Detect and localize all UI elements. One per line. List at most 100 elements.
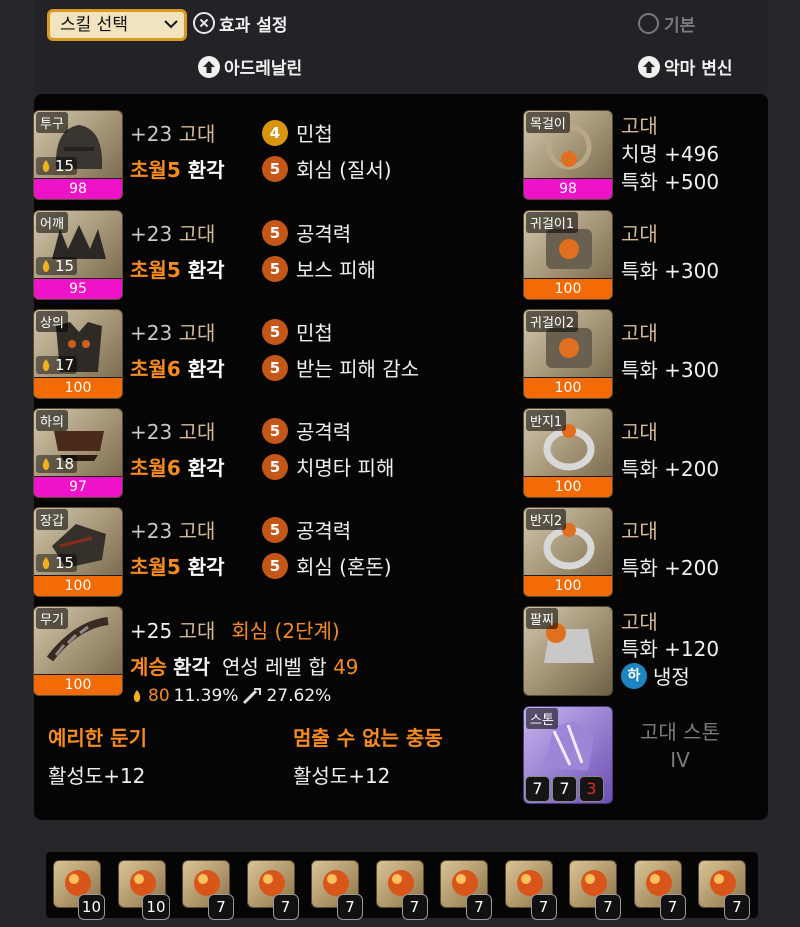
elixir-effect: 5 회심 (질서) — [262, 154, 392, 183]
slot-label: 투구 — [36, 112, 68, 133]
transcend-level: 15 — [36, 157, 78, 175]
armor-slot-pants[interactable]: 하의 18 97 — [33, 408, 123, 498]
accessory-slot-earring1[interactable]: 귀걸이1 100 — [523, 210, 613, 300]
flame-icon — [42, 260, 50, 272]
transcend-text: 초월5 환각 — [130, 555, 225, 579]
bracelet-grade: 고대 — [621, 610, 658, 634]
adrenaline-toggle[interactable]: 아드레날린 — [198, 54, 302, 79]
armor-slot-gloves[interactable]: 장갑 15 100 — [33, 507, 123, 597]
transcend-level: 15 — [36, 554, 78, 572]
transcend-text: 초월5 환각 — [130, 258, 225, 282]
stone-values: 7 7 3 — [525, 776, 604, 802]
gem-level: 7 — [724, 894, 750, 920]
gem-level: 7 — [272, 894, 299, 920]
gem-slot[interactable]: 7 — [375, 860, 428, 920]
level-badge: 5 — [262, 318, 288, 345]
bracelet-effect: 하 냉정 — [621, 661, 690, 690]
transcend-text: 초월5 환각 — [130, 158, 225, 182]
transcend-level: 15 — [36, 257, 78, 275]
quality-bar: 100 — [34, 377, 122, 398]
refine-text: +23 고대 — [130, 420, 216, 444]
gem-level: 7 — [530, 894, 557, 920]
accessory-stat: 치명 +496 — [621, 142, 720, 166]
quality-bar: 100 — [524, 278, 612, 299]
elixir-effect: 5 보스 피해 — [262, 254, 376, 283]
level-badge: 5 — [262, 255, 288, 282]
slot-label: 어깨 — [36, 212, 68, 233]
gem-slot[interactable]: 7 — [311, 860, 363, 920]
gem-slot[interactable]: 7 — [569, 860, 621, 920]
gem-slot[interactable]: 10 — [117, 860, 170, 920]
quality-bar: 100 — [524, 476, 612, 497]
gem-slot[interactable]: 10 — [53, 860, 105, 920]
close-circle-icon — [193, 12, 215, 34]
accessory-stat: 특화 +300 — [621, 259, 720, 283]
refine-text: +23 고대 — [130, 321, 216, 345]
stone-value: 3 — [579, 776, 604, 802]
weapon-slot[interactable]: 무기 100 — [33, 606, 123, 696]
engraving-name: 예리한 둔기 — [48, 726, 147, 750]
accessory-stat: 특화 +300 — [621, 358, 720, 382]
accessory-slot-earring2[interactable]: 귀걸이2 100 — [523, 309, 613, 399]
slot-label: 무기 — [36, 608, 68, 629]
basic-label: 기본 — [664, 16, 696, 36]
slot-label: 상의 — [36, 311, 68, 332]
accessory-slot-ring1[interactable]: 반지1 100 — [523, 408, 613, 498]
elixir-effect: 5 받는 피해 감소 — [262, 353, 419, 382]
gem-level: 7 — [466, 894, 492, 920]
gem-level: 7 — [337, 894, 363, 920]
armor-slot-shoulder[interactable]: 어깨 15 95 — [33, 210, 123, 300]
accessory-grade: 고대 — [621, 420, 658, 444]
gem-slot[interactable]: 7 — [633, 860, 686, 920]
engraving-name: 멈출 수 없는 충동 — [293, 726, 443, 750]
skill-select-label: 스킬 선택 — [60, 15, 128, 35]
elixir-effect: 5 공격력 — [262, 515, 351, 544]
level-badge: 5 — [262, 155, 288, 182]
gem-slot[interactable]: 7 — [440, 860, 492, 920]
quality-bar: 100 — [524, 377, 612, 398]
armor-slot-helmet[interactable]: 투구 15 98 — [33, 110, 123, 200]
quality-bar: 95 — [34, 278, 122, 299]
gem-level: 10 — [77, 894, 105, 920]
bracelet-slot[interactable]: 팔찌 — [523, 606, 613, 696]
radio-circle-icon — [638, 13, 659, 34]
gem-slot[interactable]: 7 — [698, 860, 750, 920]
accessory-grade: 고대 — [621, 519, 658, 543]
armor-slot-chest[interactable]: 상의 17 100 — [33, 309, 123, 399]
transcend-level: 18 — [36, 455, 78, 473]
accessory-stat: 특화 +200 — [621, 556, 720, 580]
elixir-effect: 5 민첩 — [262, 317, 333, 346]
accessory-slot-ring2[interactable]: 반지2 100 — [523, 507, 613, 597]
bracelet-stat: 특화 +120 — [621, 637, 720, 661]
gem-bar: 10 10 7 7 7 7 7 7 7 7 7 — [46, 852, 758, 920]
quality-bar: 98 — [524, 178, 612, 199]
demon-transform-toggle[interactable]: 악마 변신 — [638, 54, 732, 79]
flame-icon — [42, 557, 50, 569]
quality-bar: 100 — [524, 575, 612, 596]
level-badge: 5 — [262, 219, 288, 246]
level-badge: 5 — [262, 417, 288, 444]
accessory-stat: 특화 +500 — [621, 170, 720, 194]
level-badge: 5 — [262, 552, 288, 579]
elixir-effect: 5 공격력 — [262, 416, 351, 445]
gem-slot[interactable]: 7 — [246, 860, 299, 920]
elixir-effect: 5 치명타 피해 — [262, 452, 394, 481]
gem-slot[interactable]: 7 — [182, 860, 234, 920]
gem-slot[interactable]: 7 — [504, 860, 557, 920]
slot-label: 하의 — [36, 410, 68, 431]
stone-value: 7 — [552, 776, 577, 802]
elixir-effect: 5 회심 (혼돈) — [262, 551, 392, 580]
weapon-stats: 80 11.39% 27.62% — [130, 686, 331, 706]
quality-bar: 100 — [34, 575, 122, 596]
basic-radio[interactable]: 기본 — [638, 11, 695, 36]
chevron-down-icon — [164, 20, 178, 29]
skill-select-dropdown[interactable]: 스킬 선택 — [47, 9, 187, 41]
ability-stone-slot[interactable]: 스톤 7 7 3 — [523, 706, 613, 804]
gem-level: 10 — [142, 894, 170, 920]
gem-level: 7 — [595, 894, 621, 920]
accessory-grade: 고대 — [621, 222, 658, 246]
slot-label: 귀걸이1 — [526, 212, 579, 233]
accessory-slot-necklace[interactable]: 목걸이 98 — [523, 110, 613, 200]
accessory-grade: 고대 — [621, 114, 658, 138]
effect-setting-button[interactable]: 효과 설정 — [193, 11, 287, 36]
